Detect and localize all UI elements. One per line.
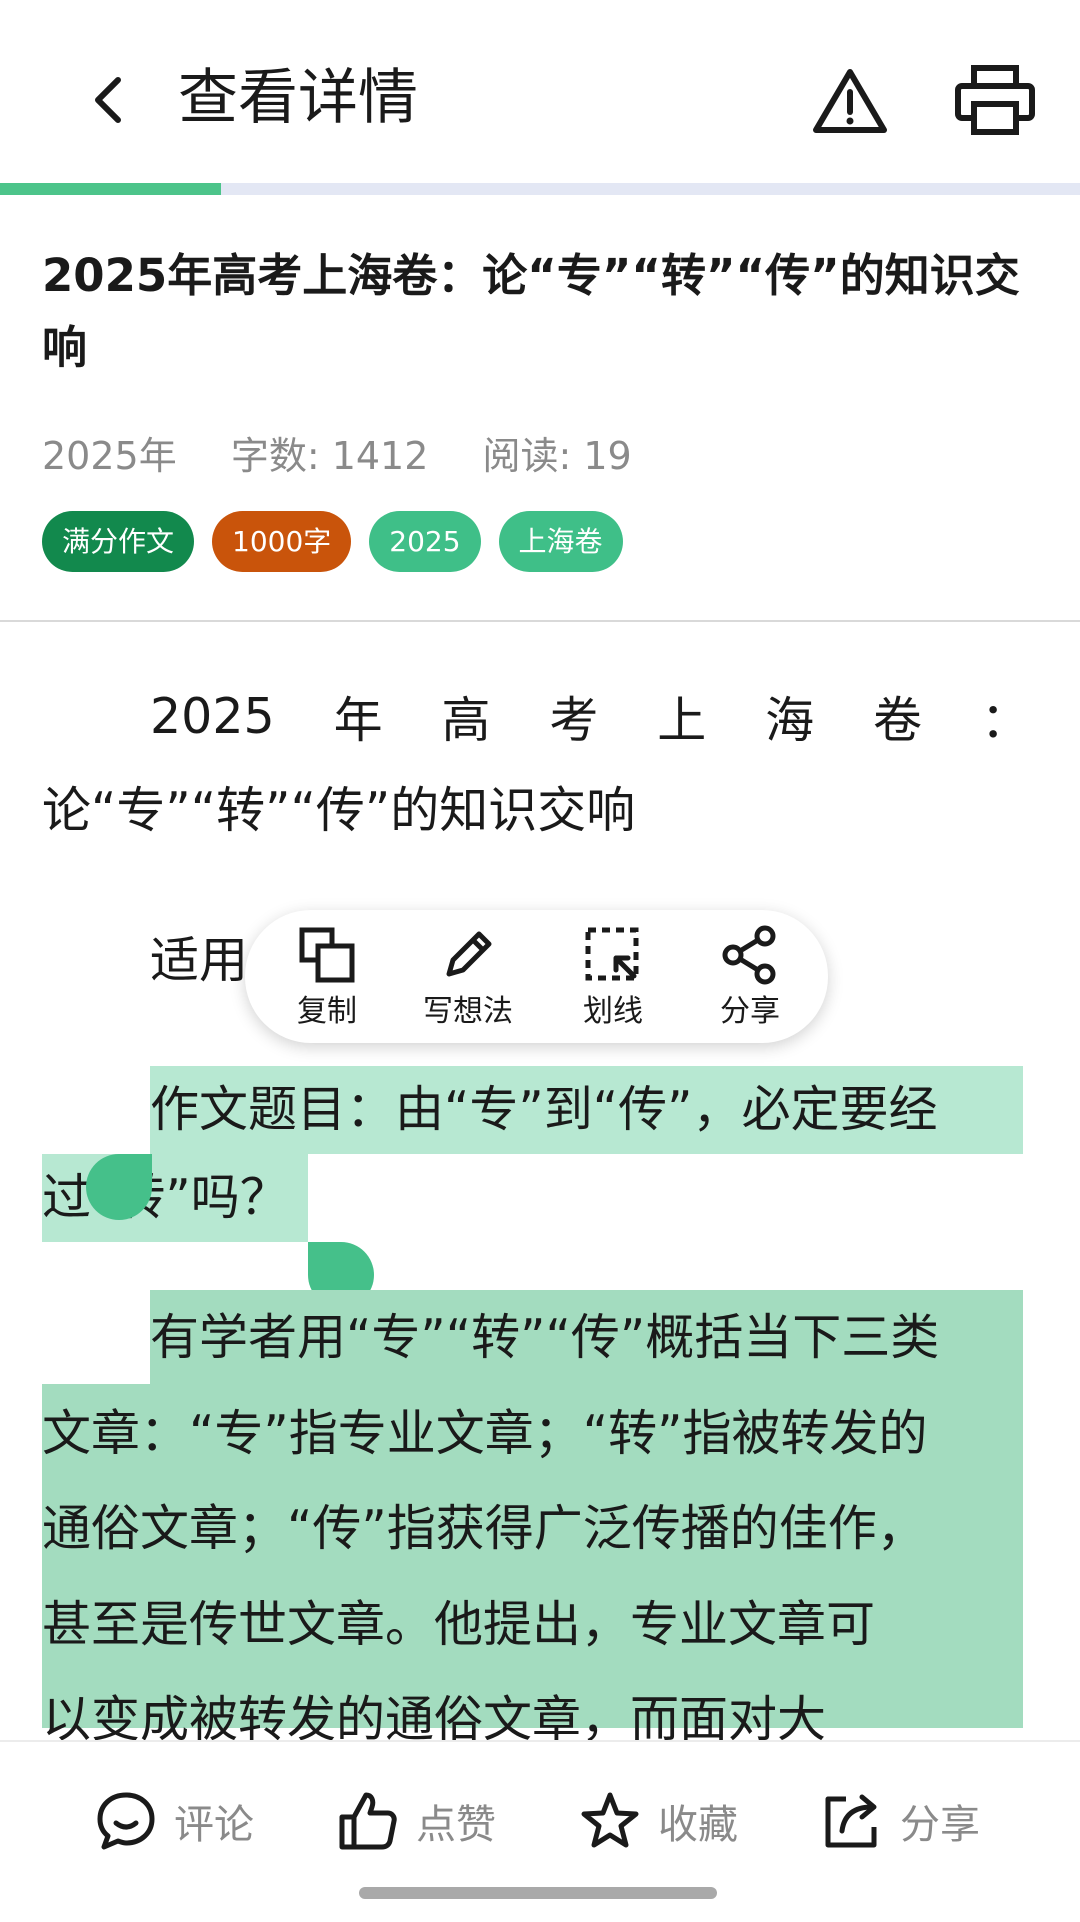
heading-char: 年: [333, 691, 383, 749]
heading-char: 海: [765, 691, 815, 749]
favorite-button[interactable]: 收藏: [578, 1786, 738, 1856]
thumbs-up-icon: [339, 1792, 397, 1850]
write-thought-button[interactable]: 写想法: [408, 924, 528, 1032]
para-line: 有学者用“专”“转”“传”概括当下三类: [150, 1309, 940, 1366]
page-title: 查看详情: [178, 63, 418, 133]
like-button[interactable]: 点赞: [336, 1786, 496, 1856]
tag-year[interactable]: 2025: [369, 511, 481, 572]
printer-icon: [955, 65, 1035, 135]
underline-label: 划线: [583, 994, 643, 1029]
selection-start-handle[interactable]: [86, 1154, 152, 1220]
underline-select-icon: [585, 927, 639, 981]
comment-label: 评论: [174, 1802, 254, 1848]
favorite-label: 收藏: [658, 1802, 738, 1848]
article-title: 2025年高考上海卷：论“专”“转”“传”的知识交响: [42, 249, 1020, 374]
comment-icon: [97, 1792, 155, 1850]
tag-word-count[interactable]: 1000字: [212, 511, 352, 572]
back-button[interactable]: [78, 62, 138, 138]
report-button[interactable]: [812, 66, 888, 136]
copy-button[interactable]: 复制: [267, 924, 387, 1032]
meta-reads: 阅读: 19: [482, 434, 632, 478]
heading-char: 2025: [150, 687, 275, 745]
tag-list: 满分作文 1000字 2025 上海卷: [42, 511, 623, 572]
share-bar-label: 分享: [900, 1802, 980, 1848]
share-icon: [722, 925, 776, 985]
share-label: 分享: [720, 994, 780, 1029]
share-out-icon: [825, 1794, 877, 1848]
like-label: 点赞: [416, 1802, 496, 1848]
heading-char: ：: [980, 691, 1030, 749]
underline-button[interactable]: 划线: [553, 924, 673, 1032]
tag-full-score[interactable]: 满分作文: [42, 511, 195, 572]
chevron-left-icon: [95, 77, 121, 123]
article-meta: 2025年 字数: 1412 阅读: 19: [42, 426, 674, 486]
pencil-icon: [446, 931, 492, 977]
section-divider: [0, 620, 1080, 622]
body-heading-line1: 2025 年 高 考 上 海 卷 ：: [150, 681, 1030, 751]
reading-progress-fill: [0, 183, 222, 195]
body-heading-line2: 论“专”“转”“传”的知识交响: [42, 782, 636, 839]
para-line: 通俗文章；“传”指获得广泛传播的佳作，: [42, 1500, 926, 1557]
text-selection-menu: 复制 写想法 划线 分享: [245, 910, 828, 1043]
prompt-line-1: 作文题目：由“专”到“传”，必定要经: [150, 1081, 938, 1138]
para-line: 文章：“专”指专业文章；“转”指被转发的: [42, 1405, 928, 1462]
tag-region[interactable]: 上海卷: [498, 511, 623, 572]
print-button[interactable]: [954, 64, 1036, 136]
share-button[interactable]: 分享: [820, 1786, 980, 1856]
heading-char: 考: [549, 691, 599, 749]
home-indicator[interactable]: [359, 1887, 717, 1899]
para-line: 甚至是传世文章。他提出，专业文章可: [42, 1596, 876, 1653]
reading-progress-bar: [0, 183, 1080, 195]
warning-triangle-icon: [813, 69, 887, 133]
heading-char: 卷: [873, 691, 923, 749]
meta-year: 2025年: [42, 434, 177, 478]
write-thought-label: 写想法: [423, 994, 513, 1029]
copy-icon: [299, 927, 355, 983]
share-selection-button[interactable]: 分享: [690, 924, 810, 1032]
star-icon: [581, 1792, 639, 1848]
top-app-bar: 查看详情: [0, 0, 1080, 195]
meta-word-count: 字数: 1412: [230, 434, 429, 478]
heading-char: 上: [657, 691, 707, 749]
copy-label: 复制: [297, 994, 357, 1029]
comment-button[interactable]: 评论: [94, 1786, 254, 1856]
prompt-line-2: 过“转”吗？: [42, 1169, 289, 1226]
body-partial-line: 适用: [150, 932, 249, 989]
heading-char: 高: [441, 691, 491, 749]
